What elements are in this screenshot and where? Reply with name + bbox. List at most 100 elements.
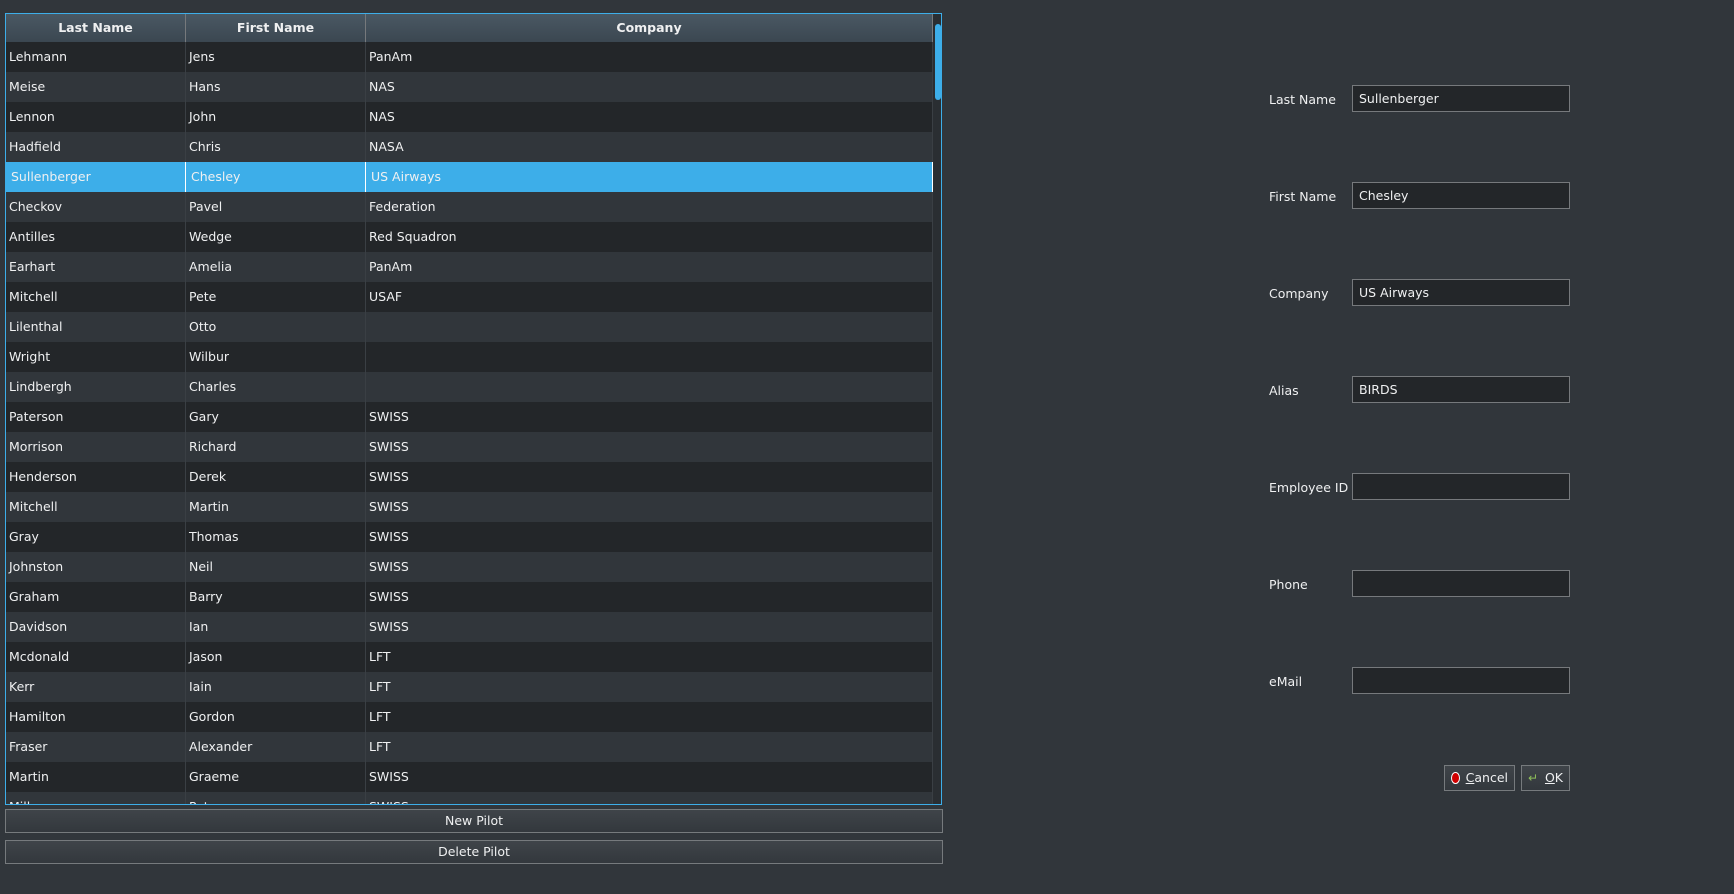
cell-first-name[interactable]: Iain: [186, 672, 366, 702]
table-row[interactable]: Antilles Wedge Red Squadron: [6, 222, 933, 252]
cell-first-name[interactable]: Chris: [186, 132, 366, 162]
phone-field[interactable]: [1352, 570, 1570, 597]
cell-first-name[interactable]: Gordon: [186, 702, 366, 732]
cell-last-name[interactable]: Lehmann: [6, 42, 186, 72]
cell-company[interactable]: LFT: [366, 672, 933, 702]
table-row[interactable]: Fraser Alexander LFT: [6, 732, 933, 762]
cell-company[interactable]: [366, 312, 933, 342]
cell-company[interactable]: SWISS: [366, 552, 933, 582]
cell-company[interactable]: SWISS: [366, 462, 933, 492]
cell-company[interactable]: US Airways: [366, 162, 933, 192]
cell-company[interactable]: SWISS: [366, 612, 933, 642]
cell-last-name[interactable]: Henderson: [6, 462, 186, 492]
table-row[interactable]: Lilenthal Otto: [6, 312, 933, 342]
table-row[interactable]: Johnston Neil SWISS: [6, 552, 933, 582]
table-row[interactable]: Sullenberger Chesley US Airways: [6, 162, 933, 192]
cell-first-name[interactable]: Martin: [186, 492, 366, 522]
cell-company[interactable]: SWISS: [366, 792, 933, 804]
first-name-field[interactable]: Chesley: [1352, 182, 1570, 209]
cell-last-name[interactable]: Miller: [6, 792, 186, 804]
cell-first-name[interactable]: John: [186, 102, 366, 132]
cell-first-name[interactable]: Jens: [186, 42, 366, 72]
cell-company[interactable]: LFT: [366, 642, 933, 672]
table-row[interactable]: Checkov Pavel Federation: [6, 192, 933, 222]
table-row[interactable]: Martin Graeme SWISS: [6, 762, 933, 792]
cell-last-name[interactable]: Meise: [6, 72, 186, 102]
table-row[interactable]: Mitchell Pete USAF: [6, 282, 933, 312]
table-row[interactable]: Gray Thomas SWISS: [6, 522, 933, 552]
cell-last-name[interactable]: Hadfield: [6, 132, 186, 162]
table-row[interactable]: Lindbergh Charles: [6, 372, 933, 402]
cell-last-name[interactable]: Mcdonald: [6, 642, 186, 672]
cell-first-name[interactable]: Barry: [186, 582, 366, 612]
employee-id-field[interactable]: [1352, 473, 1570, 500]
cell-last-name[interactable]: Gray: [6, 522, 186, 552]
cell-company[interactable]: USAF: [366, 282, 933, 312]
cell-first-name[interactable]: Pavel: [186, 192, 366, 222]
table-row[interactable]: Kerr Iain LFT: [6, 672, 933, 702]
table-row[interactable]: Morrison Richard SWISS: [6, 432, 933, 462]
cell-first-name[interactable]: Wilbur: [186, 342, 366, 372]
cell-company[interactable]: Red Squadron: [366, 222, 933, 252]
column-header-company[interactable]: Company: [366, 14, 933, 42]
cell-last-name[interactable]: Antilles: [6, 222, 186, 252]
cell-company[interactable]: LFT: [366, 732, 933, 762]
cell-last-name[interactable]: Davidson: [6, 612, 186, 642]
cell-company[interactable]: NASA: [366, 132, 933, 162]
cell-first-name[interactable]: Wedge: [186, 222, 366, 252]
cell-first-name[interactable]: Richard: [186, 432, 366, 462]
table-row[interactable]: Henderson Derek SWISS: [6, 462, 933, 492]
pilot-table[interactable]: Last Name First Name Company Lehmann Jens…: [5, 13, 942, 805]
cell-last-name[interactable]: Lennon: [6, 102, 186, 132]
cell-first-name[interactable]: Graeme: [186, 762, 366, 792]
cell-last-name[interactable]: Graham: [6, 582, 186, 612]
scrollbar-thumb[interactable]: [935, 24, 941, 100]
cell-first-name[interactable]: Pete: [186, 282, 366, 312]
cell-first-name[interactable]: Gary: [186, 402, 366, 432]
table-row[interactable]: Mcdonald Jason LFT: [6, 642, 933, 672]
table-row[interactable]: Meise Hans NAS: [6, 72, 933, 102]
cell-first-name[interactable]: Jason: [186, 642, 366, 672]
cell-first-name[interactable]: Thomas: [186, 522, 366, 552]
cell-first-name[interactable]: Ian: [186, 612, 366, 642]
cell-last-name[interactable]: Johnston: [6, 552, 186, 582]
cell-last-name[interactable]: Kerr: [6, 672, 186, 702]
company-field[interactable]: US Airways: [1352, 279, 1570, 306]
cell-last-name[interactable]: Fraser: [6, 732, 186, 762]
table-row[interactable]: Lehmann Jens PanAm: [6, 42, 933, 72]
cell-first-name[interactable]: Hans: [186, 72, 366, 102]
ok-button[interactable]: ↵ OK: [1521, 765, 1570, 791]
cell-company[interactable]: SWISS: [366, 762, 933, 792]
table-row[interactable]: Hamilton Gordon LFT: [6, 702, 933, 732]
table-row[interactable]: Earhart Amelia PanAm: [6, 252, 933, 282]
column-header-first-name[interactable]: First Name: [186, 14, 366, 42]
cell-company[interactable]: PanAm: [366, 252, 933, 282]
cell-last-name[interactable]: Martin: [6, 762, 186, 792]
cell-company[interactable]: NAS: [366, 72, 933, 102]
table-row[interactable]: MillerPeterSWISS: [6, 792, 933, 804]
cell-first-name[interactable]: Alexander: [186, 732, 366, 762]
cell-last-name[interactable]: Lindbergh: [6, 372, 186, 402]
cell-first-name[interactable]: Otto: [186, 312, 366, 342]
cell-first-name[interactable]: Chesley: [186, 162, 366, 192]
email-field[interactable]: [1352, 667, 1570, 694]
cell-first-name[interactable]: Charles: [186, 372, 366, 402]
cell-company[interactable]: [366, 372, 933, 402]
table-row[interactable]: Mitchell Martin SWISS: [6, 492, 933, 522]
cell-first-name[interactable]: Neil: [186, 552, 366, 582]
cancel-button[interactable]: Cancel: [1444, 765, 1515, 791]
cell-last-name[interactable]: Paterson: [6, 402, 186, 432]
last-name-field[interactable]: Sullenberger: [1352, 85, 1570, 112]
alias-field[interactable]: BIRDS: [1352, 376, 1570, 403]
cell-company[interactable]: SWISS: [366, 432, 933, 462]
table-scrollbar[interactable]: [933, 14, 941, 804]
table-row[interactable]: Paterson Gary SWISS: [6, 402, 933, 432]
table-row[interactable]: Graham Barry SWISS: [6, 582, 933, 612]
cell-first-name[interactable]: Derek: [186, 462, 366, 492]
cell-company[interactable]: SWISS: [366, 492, 933, 522]
cell-last-name[interactable]: Earhart: [6, 252, 186, 282]
cell-last-name[interactable]: Mitchell: [6, 492, 186, 522]
table-row[interactable]: Davidson Ian SWISS: [6, 612, 933, 642]
cell-first-name[interactable]: Peter: [186, 792, 366, 804]
cell-company[interactable]: SWISS: [366, 582, 933, 612]
